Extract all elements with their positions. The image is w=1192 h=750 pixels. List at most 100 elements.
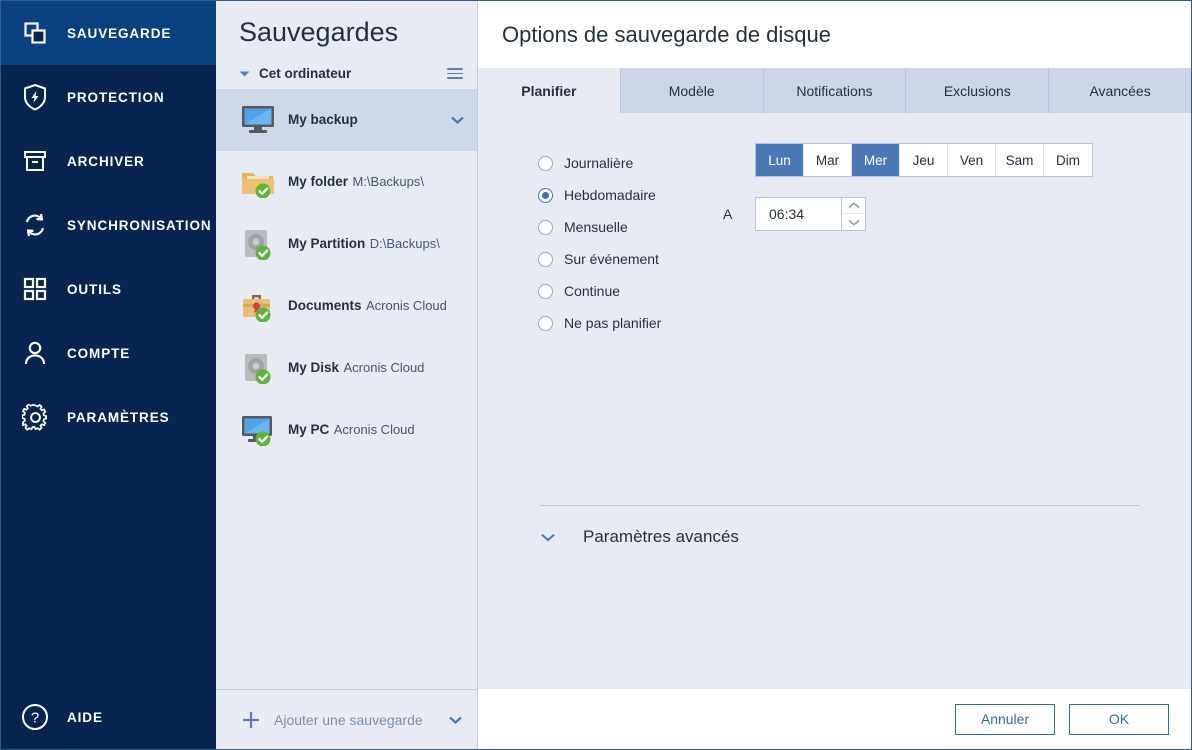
sidebar-item-archiver[interactable]: ARCHIVER bbox=[1, 129, 216, 193]
chevron-up-icon[interactable] bbox=[842, 198, 865, 214]
radio-option-continue[interactable]: Continue bbox=[538, 275, 703, 307]
sync-arrows-icon bbox=[15, 209, 55, 241]
question-circle-icon: ? bbox=[15, 701, 55, 733]
backup-name: My Disk bbox=[288, 359, 340, 375]
schedule-frequency-group: Journalière Hebdomadaire Mensuelle Sur é… bbox=[538, 143, 703, 339]
archive-box-icon bbox=[15, 145, 55, 177]
radio-option-journaliere[interactable]: Journalière bbox=[538, 147, 703, 179]
sidebar-item-outils[interactable]: OUTILS bbox=[1, 257, 216, 321]
day-label: Mer bbox=[863, 152, 888, 168]
radio-option-sur-evenement[interactable]: Sur événement bbox=[538, 243, 703, 275]
gear-icon bbox=[15, 401, 55, 433]
time-input[interactable]: 06:34 bbox=[755, 197, 841, 231]
options-header: Options de sauvegarde de disque bbox=[478, 1, 1191, 68]
day-toggle-sam[interactable]: Sam bbox=[996, 144, 1044, 176]
backups-list-pane: Sauvegardes Cet ordinateur My backup My … bbox=[216, 1, 478, 749]
radio-option-ne-pas-planifier[interactable]: Ne pas planifier bbox=[538, 307, 703, 339]
monitor-icon bbox=[238, 410, 278, 450]
time-stepper: 06:34 bbox=[755, 197, 866, 231]
list-item-text: My PC Acronis Cloud bbox=[288, 421, 465, 439]
list-item[interactable]: My PC Acronis Cloud bbox=[216, 399, 477, 461]
backup-destination: M:\Backups\ bbox=[352, 173, 424, 189]
cancel-button[interactable]: Annuler bbox=[955, 703, 1055, 735]
day-toggle-mar[interactable]: Mar bbox=[804, 144, 852, 176]
day-label: Sam bbox=[1005, 152, 1034, 168]
sidebar-item-synchronisation[interactable]: SYNCHRONISATION bbox=[1, 193, 216, 257]
briefcase-icon bbox=[238, 286, 278, 326]
day-toggle-jeu[interactable]: Jeu bbox=[900, 144, 948, 176]
list-item-text: Documents Acronis Cloud bbox=[288, 297, 465, 315]
harddisk-icon bbox=[238, 348, 278, 388]
day-toggle-ven[interactable]: Ven bbox=[948, 144, 996, 176]
planifier-panel: Journalière Hebdomadaire Mensuelle Sur é… bbox=[478, 113, 1191, 689]
sidebar-item-aide[interactable]: ? AIDE bbox=[1, 685, 216, 749]
hamburger-icon[interactable] bbox=[447, 68, 463, 79]
day-toggle-lun[interactable]: Lun bbox=[756, 144, 804, 176]
svg-text:?: ? bbox=[31, 710, 39, 727]
main-navigation-sidebar: SAUVEGARDE PROTECTION ARCHIVER SYNCHRONI… bbox=[1, 1, 216, 749]
sidebar-item-sauvegarde[interactable]: SAUVEGARDE bbox=[1, 1, 216, 65]
tab-label: Avancées bbox=[1089, 82, 1151, 99]
ok-button[interactable]: OK bbox=[1069, 703, 1169, 735]
list-item[interactable]: My folder M:\Backups\ bbox=[216, 151, 477, 213]
list-item-text: My folder M:\Backups\ bbox=[288, 173, 465, 191]
page-title: Options de sauvegarde de disque bbox=[502, 21, 832, 47]
radio-label: Hebdomadaire bbox=[564, 187, 656, 203]
radio-indicator[interactable] bbox=[538, 155, 553, 171]
list-item[interactable]: My Partition D:\Backups\ bbox=[216, 213, 477, 275]
backups-list: My backup My folder M:\Backups\ My Parti… bbox=[216, 89, 477, 689]
day-label: Dim bbox=[1056, 152, 1080, 168]
tab-notifications[interactable]: Notifications bbox=[762, 68, 906, 113]
tab-avancees[interactable]: Avancées bbox=[1048, 68, 1191, 113]
list-item[interactable]: My Disk Acronis Cloud bbox=[216, 337, 477, 399]
application-window: SAUVEGARDE PROTECTION ARCHIVER SYNCHRONI… bbox=[0, 0, 1192, 750]
backup-name: My backup bbox=[288, 111, 358, 127]
tab-planifier[interactable]: Planifier bbox=[478, 68, 620, 113]
list-item[interactable]: Documents Acronis Cloud bbox=[216, 275, 477, 337]
day-label: Lun bbox=[768, 152, 791, 168]
list-item[interactable]: My backup bbox=[216, 89, 477, 151]
backup-name: My PC bbox=[288, 421, 330, 437]
sidebar-item-compte[interactable]: COMPTE bbox=[1, 321, 216, 385]
monitor-icon bbox=[238, 100, 278, 140]
main-content: Options de sauvegarde de disque Planifie… bbox=[478, 1, 1191, 749]
radio-indicator[interactable] bbox=[538, 315, 553, 331]
tab-label: Planifier bbox=[521, 82, 577, 99]
chevron-down-icon[interactable] bbox=[447, 716, 463, 724]
grid-squares-icon bbox=[15, 273, 55, 305]
section-divider bbox=[540, 505, 1139, 506]
sidebar-item-parametres[interactable]: PARAMÈTRES bbox=[1, 385, 216, 449]
pane-title: Sauvegardes bbox=[239, 17, 399, 47]
chevron-down-icon[interactable] bbox=[842, 214, 865, 230]
radio-option-mensuelle[interactable]: Mensuelle bbox=[538, 211, 703, 243]
radio-option-hebdomadaire[interactable]: Hebdomadaire bbox=[538, 179, 703, 211]
radio-indicator[interactable] bbox=[538, 219, 553, 235]
time-spin-buttons bbox=[841, 197, 866, 231]
radio-indicator[interactable] bbox=[538, 283, 553, 299]
sidebar-item-label: SYNCHRONISATION bbox=[67, 217, 212, 233]
radio-label: Mensuelle bbox=[564, 219, 628, 235]
backup-destination: Acronis Cloud bbox=[333, 421, 415, 437]
folder-icon bbox=[238, 162, 278, 202]
day-toggle-mer[interactable]: Mer bbox=[852, 144, 900, 176]
advanced-settings-toggle[interactable]: Paramètres avancés bbox=[478, 527, 739, 547]
tab-exclusions[interactable]: Exclusions bbox=[905, 68, 1049, 113]
add-backup-button[interactable]: Ajouter une sauvegarde bbox=[216, 689, 477, 749]
radio-indicator[interactable] bbox=[538, 187, 553, 203]
day-toggle-dim[interactable]: Dim bbox=[1044, 144, 1092, 176]
backup-destination: Acronis Cloud bbox=[343, 359, 425, 375]
user-icon bbox=[15, 337, 55, 369]
sidebar-item-label: PARAMÈTRES bbox=[67, 409, 170, 425]
sidebar-item-label: SAUVEGARDE bbox=[67, 25, 172, 41]
tab-modele[interactable]: Modèle bbox=[619, 68, 763, 113]
caret-down-icon bbox=[237, 70, 251, 78]
sidebar-item-protection[interactable]: PROTECTION bbox=[1, 65, 216, 129]
harddisk-icon bbox=[238, 224, 278, 264]
chevron-down-icon[interactable] bbox=[449, 116, 465, 124]
radio-indicator[interactable] bbox=[538, 251, 553, 267]
day-label: Jeu bbox=[912, 152, 935, 168]
backup-copies-icon bbox=[15, 17, 55, 49]
group-header-cet-ordinateur[interactable]: Cet ordinateur bbox=[216, 58, 477, 89]
tab-label: Modèle bbox=[668, 82, 715, 99]
